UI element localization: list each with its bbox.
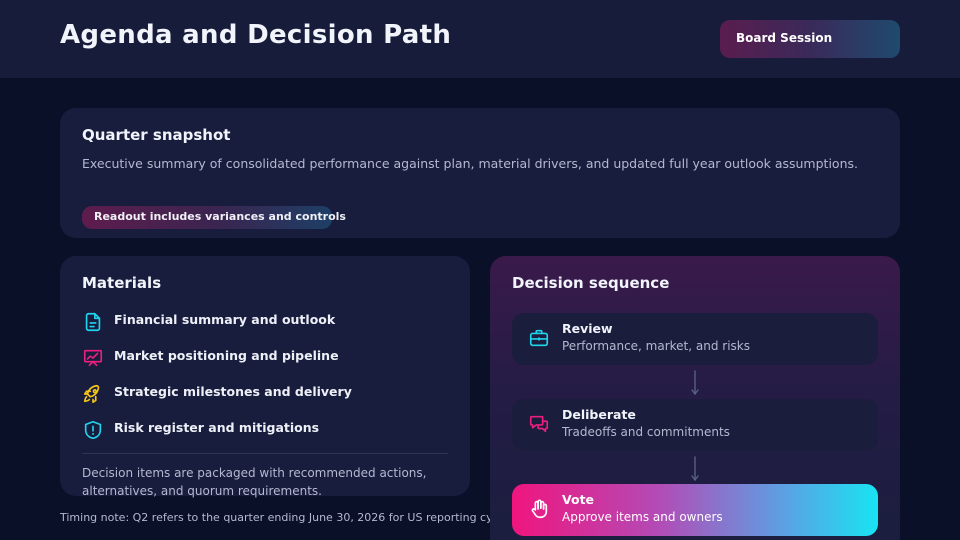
session-badge: Board Session [720, 20, 900, 58]
step-subtitle: Approve items and owners [562, 510, 723, 524]
step-title: Deliberate [562, 407, 636, 422]
snapshot-description: Executive summary of consolidated perfor… [82, 156, 858, 171]
material-item-financial[interactable]: Financial summary and outlook [82, 311, 452, 337]
material-item-strategic[interactable]: Strategic milestones and delivery [82, 383, 452, 409]
quarter-snapshot-card: Quarter snapshot Executive summary of co… [60, 108, 900, 238]
rocket-icon [83, 384, 100, 404]
step-review[interactable]: Review Performance, market, and risks [512, 313, 878, 365]
arrow-down-icon [691, 456, 699, 482]
snapshot-title: Quarter snapshot [82, 126, 231, 144]
shield-alert-icon [84, 420, 102, 440]
material-label: Strategic milestones and delivery [114, 384, 352, 399]
material-label: Risk register and mitigations [114, 420, 320, 435]
presentation-chart-icon [83, 349, 103, 367]
page-header: Agenda and Decision Path Board Session [0, 0, 960, 78]
decision-title: Decision sequence [512, 274, 670, 292]
material-item-market[interactable]: Market positioning and pipeline [82, 347, 452, 373]
material-label: Market positioning and pipeline [114, 348, 339, 363]
briefcase-icon [529, 329, 549, 347]
page-title: Agenda and Decision Path [60, 20, 452, 50]
material-label: Financial summary and outlook [114, 312, 336, 327]
step-deliberate[interactable]: Deliberate Tradeoffs and commitments [512, 399, 878, 451]
step-title: Review [562, 321, 613, 336]
materials-title: Materials [82, 274, 162, 292]
materials-note: Decision items are packaged with recomme… [82, 466, 427, 498]
decision-sequence-card: Decision sequence Review Performance, ma… [490, 256, 900, 540]
step-title: Vote [562, 492, 595, 507]
materials-card: Materials Financial summary and outlook … [60, 256, 470, 498]
step-subtitle: Performance, market, and risks [562, 339, 750, 353]
raised-hand-icon [531, 499, 548, 519]
step-subtitle: Tradeoffs and commitments [562, 425, 730, 439]
readout-pill: Readout includes variances and controls [82, 206, 346, 229]
timing-note: Timing note: Q2 refers to the quarter en… [60, 511, 512, 524]
step-vote[interactable]: Vote Approve items and owners [512, 484, 878, 536]
chat-bubbles-icon [529, 415, 549, 433]
document-icon [85, 312, 101, 332]
materials-divider [82, 453, 448, 454]
arrow-down-icon [691, 370, 699, 396]
material-item-risk[interactable]: Risk register and mitigations [82, 419, 452, 445]
